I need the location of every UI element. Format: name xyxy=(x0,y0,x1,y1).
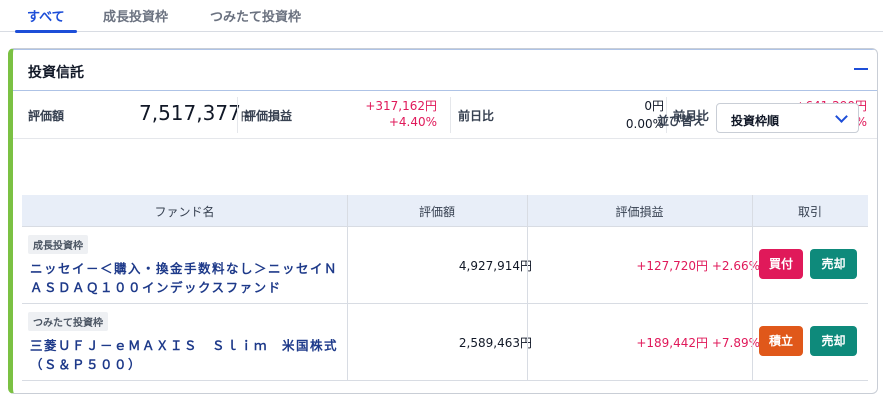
table-row: 成長投資枠 ニッセイ－＜購入・換金手数料なし＞ニッセイＮＡＳＤＡＱ１００インデッ… xyxy=(22,227,868,304)
valuation-number: 7,517,377 xyxy=(139,101,241,125)
fund-name-link[interactable]: ニッセイ－＜購入・換金手数料なし＞ニッセイＮＡＳＤＡＱ１００インデックスファンド xyxy=(30,259,340,297)
sort-dropdown[interactable]: 投資枠順 xyxy=(716,103,859,133)
buy-button[interactable]: 買付 xyxy=(759,249,803,279)
card-header[interactable]: 投資信託 xyxy=(13,49,877,91)
tab-tsumitate-quota[interactable]: つみたて投資枠 xyxy=(210,6,301,32)
fund-valuation: 4,927,914円 xyxy=(458,259,532,273)
pl-amount: +317,162円 xyxy=(365,99,437,113)
fund-name-link[interactable]: 三菱ＵＦＪ－ｅＭＡＸＩＳ Ｓｌｉｍ 米国株式（Ｓ＆Ｐ５００） xyxy=(30,336,340,374)
column-divider xyxy=(347,195,348,381)
minus-icon[interactable] xyxy=(849,58,871,80)
tab-growth-quota[interactable]: 成長投資枠 xyxy=(103,6,168,32)
sort-label: 並び替え xyxy=(657,114,706,128)
tab-bar: すべて 成長投資枠 つみたて投資枠 xyxy=(0,0,883,33)
column-divider xyxy=(527,195,528,381)
divider xyxy=(450,97,451,133)
fund-pl: +127,720円 +2.66% xyxy=(636,259,760,273)
header-trade: 取引 xyxy=(797,205,822,219)
divider xyxy=(237,97,238,133)
pl-label: 評価損益 xyxy=(244,109,293,123)
quota-badge: 成長投資枠 xyxy=(28,235,88,254)
sort-selected-value: 投資枠順 xyxy=(731,114,780,128)
tab-all[interactable]: すべて xyxy=(15,6,77,33)
fund-pl: +189,442円 +7.89% xyxy=(636,336,760,350)
pl-percent: +4.40% xyxy=(388,115,437,129)
valuation-value: 7,517,377円 xyxy=(139,101,252,125)
fund-valuation: 2,589,463円 xyxy=(458,336,532,350)
accumulate-button[interactable]: 積立 xyxy=(759,326,803,356)
header-valuation: 評価額 xyxy=(418,205,455,219)
table-header: ファンド名 評価額 評価損益 取引 xyxy=(22,195,868,227)
column-divider xyxy=(752,195,753,381)
header-fund-name: ファンド名 xyxy=(154,205,215,219)
header-pl: 評価損益 xyxy=(615,205,664,219)
card-title: 投資信託 xyxy=(28,65,84,81)
chevron-down-icon xyxy=(835,110,848,123)
sell-button[interactable]: 売却 xyxy=(810,326,857,356)
sell-button[interactable]: 売却 xyxy=(810,249,857,279)
table-row: つみたて投資枠 三菱ＵＦＪ－ｅＭＡＸＩＳ Ｓｌｉｍ 米国株式（Ｓ＆Ｐ５００） 2… xyxy=(22,304,868,381)
valuation-label: 評価額 xyxy=(28,109,65,123)
day-change-label: 前日比 xyxy=(458,109,495,123)
quota-badge: つみたて投資枠 xyxy=(28,312,108,331)
